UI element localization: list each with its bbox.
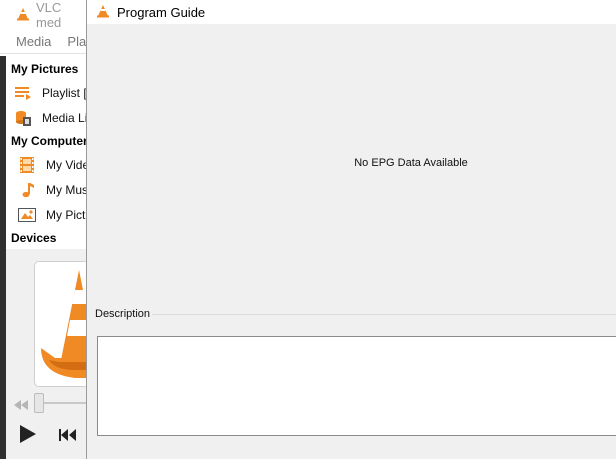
vlc-window-title: VLC med <box>36 0 62 30</box>
album-art <box>34 261 90 387</box>
epg-view[interactable]: No EPG Data Available <box>87 24 616 294</box>
sidebar: My Pictures Playlist [ Media Li My Compu… <box>0 54 90 249</box>
pictures-icon <box>18 206 36 224</box>
menu-media[interactable]: Media <box>0 34 59 49</box>
vlc-menubar: Media Play <box>0 30 90 54</box>
window-edge <box>0 56 6 459</box>
program-guide-dialog: Program Guide No EPG Data Available Desc… <box>86 0 616 459</box>
description-text-box[interactable] <box>97 336 616 436</box>
previous-button[interactable] <box>59 428 77 446</box>
sidebar-item-my-music[interactable]: My Mus <box>0 177 90 202</box>
vlc-cone-icon <box>16 7 30 24</box>
sidebar-section-devices: Devices <box>11 231 57 245</box>
sidebar-item-label: Media Li <box>42 110 88 125</box>
sidebar-item-my-pictures[interactable]: My Pict <box>0 202 90 227</box>
playlist-icon <box>14 84 32 102</box>
play-button[interactable] <box>20 425 36 448</box>
dialog-title: Program Guide <box>117 4 206 20</box>
sidebar-item-label: My Mus <box>46 182 88 197</box>
music-icon <box>18 181 36 199</box>
epg-empty-message: No EPG Data Available <box>354 157 468 169</box>
sidebar-item-my-videos[interactable]: My Vide <box>0 152 90 177</box>
description-label: Description <box>95 308 151 320</box>
sidebar-item-playlist[interactable]: Playlist [ <box>0 80 90 105</box>
seek-slider-handle[interactable] <box>34 393 44 413</box>
sidebar-item-label: My Pict <box>46 207 86 222</box>
vlc-main-window: VLC med Media Play My Pictures Playlist … <box>0 0 90 459</box>
sidebar-section-my-computer: My Computer <box>11 134 88 148</box>
rewind-icon[interactable] <box>14 397 28 415</box>
vlc-cone-icon <box>96 4 110 21</box>
sidebar-item-label: Playlist [ <box>42 85 87 100</box>
videos-icon <box>18 156 36 174</box>
vlc-titlebar: VLC med <box>0 0 90 30</box>
dialog-titlebar[interactable]: Program Guide <box>87 0 616 24</box>
description-divider <box>152 314 616 315</box>
sidebar-section-my-pictures: My Pictures <box>11 62 79 76</box>
sidebar-item-label: My Vide <box>46 157 90 172</box>
media-library-icon <box>14 109 32 127</box>
vlc-cone-art-icon <box>41 270 89 378</box>
sidebar-item-media-library[interactable]: Media Li <box>0 105 90 130</box>
